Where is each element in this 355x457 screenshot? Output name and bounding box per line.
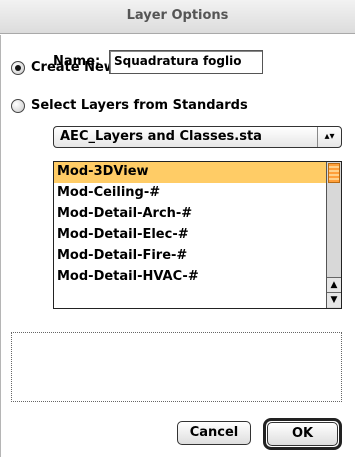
scroll-thumb[interactable]: [328, 163, 340, 183]
title-bar[interactable]: Layer Options: [0, 0, 355, 34]
scroll-down-icon[interactable]: ▼: [327, 292, 341, 307]
popup-arrows-icon: ▴▾: [317, 127, 341, 147]
window-title: Layer Options: [126, 8, 229, 23]
standards-file-selected: AEC_Layers and Classes.sta: [60, 129, 262, 144]
layer-list-item[interactable]: Mod-Detail-HVAC-#: [54, 267, 327, 288]
layer-list[interactable]: Mod-3DView Mod-Ceiling-# Mod-Detail-Arch-#…: [53, 161, 342, 309]
name-label: Name:: [53, 54, 101, 69]
description-box: [11, 332, 342, 402]
layer-list-item[interactable]: Mod-3DView: [54, 162, 327, 183]
create-new-layer-radio[interactable]: [11, 60, 25, 75]
dialog-content: Create New Layer Name: Squadratura fogli…: [0, 35, 355, 457]
name-input[interactable]: Squadratura foglio: [109, 50, 263, 74]
layer-list-item[interactable]: Mod-Detail-Arch-#: [54, 204, 327, 225]
select-from-standards-option[interactable]: Select Layers from Standards: [11, 98, 248, 113]
ok-button[interactable]: OK: [267, 422, 338, 446]
cancel-button[interactable]: Cancel: [177, 421, 251, 445]
layer-list-item[interactable]: Mod-Ceiling-#: [54, 183, 327, 204]
select-from-standards-radio[interactable]: [11, 98, 25, 113]
layer-list-item[interactable]: Mod-Detail-Elec-#: [54, 225, 327, 246]
layer-list-item[interactable]: Mod-Detail-Fire-#: [54, 246, 327, 267]
select-from-standards-label: Select Layers from Standards: [31, 98, 248, 113]
layer-list-scrollbar[interactable]: ▲ ▼: [326, 162, 341, 308]
standards-file-popup[interactable]: AEC_Layers and Classes.sta ▴▾: [53, 126, 342, 148]
layer-list-items: Mod-3DView Mod-Ceiling-# Mod-Detail-Arch-#…: [54, 162, 327, 288]
scroll-up-icon[interactable]: ▲: [327, 277, 341, 292]
